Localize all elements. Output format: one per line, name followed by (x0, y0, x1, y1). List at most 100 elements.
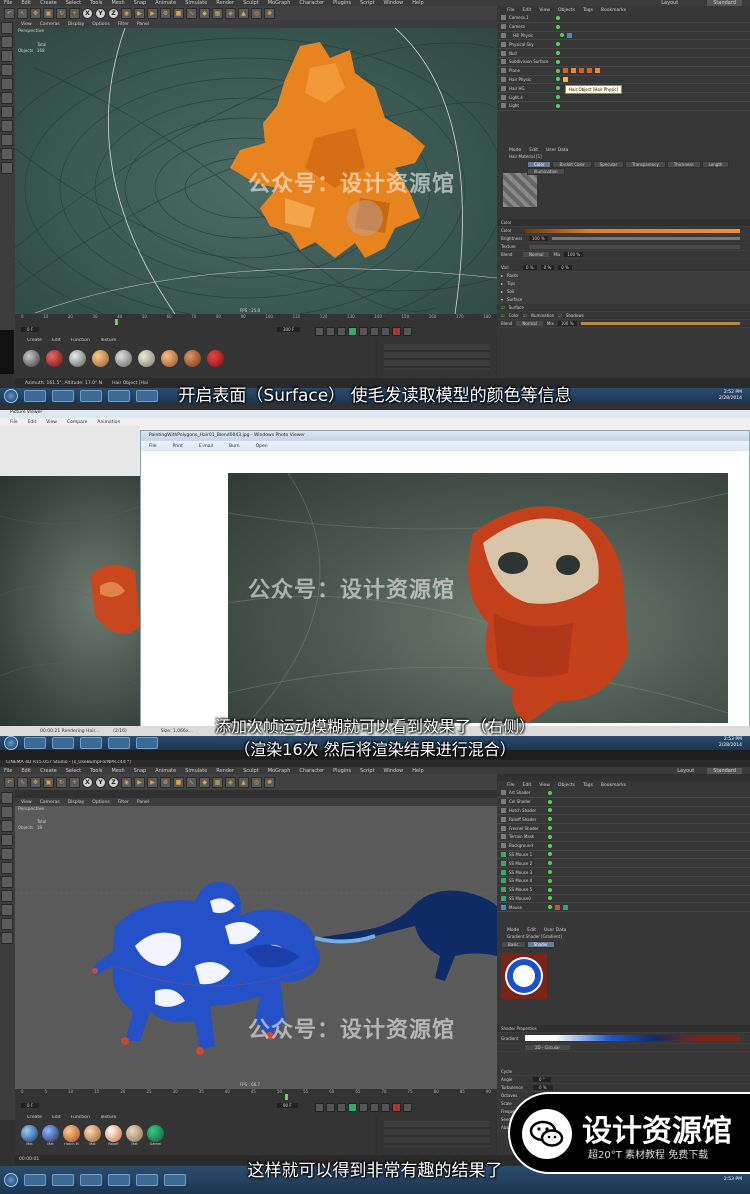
undo-icon[interactable]: ↶ (4, 7, 15, 19)
material-swatch[interactable] (23, 350, 40, 367)
autokey-icon[interactable] (403, 327, 412, 336)
variation-field[interactable]: 0 % (558, 265, 572, 270)
vp-menu-cameras[interactable]: Cameras (40, 800, 60, 805)
brightness-field[interactable]: 100 % (529, 236, 548, 241)
frame-start-field[interactable]: 0 F (21, 327, 40, 332)
deformer-icon[interactable]: ◈ (225, 776, 236, 788)
scale-icon[interactable]: ▣ (43, 7, 54, 19)
lock-icon[interactable] (1, 932, 13, 944)
photo-menu-open[interactable]: Open (256, 444, 268, 449)
tab-basic[interactable]: Basic (501, 941, 526, 948)
attr-menu-mode[interactable]: Mode (507, 928, 519, 933)
menu-mesh[interactable]: Mesh (111, 768, 124, 774)
vp-menu-panel[interactable]: Panel (137, 22, 149, 27)
tab-color[interactable]: Color (527, 161, 552, 168)
vp-menu-filter[interactable]: Filter (118, 800, 129, 805)
render-settings-icon[interactable]: ⚙ (160, 7, 171, 19)
coordinate-fields[interactable] (384, 344, 490, 370)
vp-menu-options[interactable]: Options (92, 800, 109, 805)
section-header[interactable]: Color (497, 219, 750, 227)
vp-menu-display[interactable]: Display (68, 22, 85, 27)
attr-menu-userdata[interactable]: User Data (544, 928, 566, 933)
coordinate-fields[interactable] (384, 1121, 490, 1147)
menu-window[interactable]: Window (384, 768, 404, 774)
vp-menu-display[interactable]: Display (68, 800, 85, 805)
object-row[interactable]: Camera.1 (497, 14, 750, 23)
mat-menu-function[interactable]: Function (71, 338, 90, 345)
spline-icon[interactable]: ∿ (186, 776, 197, 788)
cube-icon[interactable]: ■ (173, 7, 184, 19)
points-mode-icon[interactable] (1, 848, 13, 860)
points-mode-icon[interactable] (1, 78, 13, 90)
polygons-mode-icon[interactable] (1, 106, 13, 118)
prev-key-icon[interactable] (326, 1103, 335, 1112)
vp-menu-filter[interactable]: Filter (118, 22, 129, 27)
blend-mode-select[interactable]: Normal (523, 252, 550, 257)
coord-system-icon[interactable]: ◉ (121, 7, 132, 19)
gradient-editor[interactable] (525, 1035, 740, 1041)
recent-icon[interactable]: + (69, 776, 80, 788)
material-swatch[interactable] (184, 350, 201, 367)
live-select-icon[interactable]: ↖ (17, 7, 28, 19)
tab-backlit[interactable]: Backlit Color (552, 161, 592, 168)
type-select[interactable]: 2D - Circular (525, 1045, 571, 1050)
menu-plugins[interactable]: Plugins (333, 768, 351, 774)
render-pv-icon[interactable]: ▶ (147, 7, 158, 19)
texture-mode-icon[interactable] (1, 50, 13, 62)
workplane-icon[interactable] (1, 64, 13, 76)
om-menu-tags[interactable]: Tags (583, 8, 593, 13)
deformer-icon[interactable]: ◈ (225, 7, 236, 19)
scene-icon[interactable]: ▲ (238, 776, 249, 788)
object-row[interactable]: Light.4 (497, 93, 750, 102)
recent-icon[interactable]: + (69, 7, 80, 19)
material-item[interactable]: Mat (84, 1125, 101, 1146)
render-pv-icon[interactable]: ▶ (147, 776, 158, 788)
array-icon[interactable]: ▦ (212, 7, 223, 19)
param-field[interactable]: 0 % (533, 1085, 553, 1090)
workplane-icon[interactable] (1, 834, 13, 846)
record-icon[interactable] (392, 327, 401, 336)
live-select-icon[interactable]: ↖ (17, 776, 28, 788)
vp-menu-view[interactable]: View (21, 22, 32, 27)
texture-slot[interactable] (529, 244, 740, 249)
material-item[interactable]: Hatch M (63, 1125, 80, 1146)
tweak-icon[interactable] (1, 134, 13, 146)
material-item[interactable]: Gamm (147, 1125, 164, 1146)
edges-mode-icon[interactable] (1, 862, 13, 874)
photo-menu-email[interactable]: E-mail (199, 444, 213, 449)
make-editable-icon[interactable] (1, 22, 13, 34)
om-menu-objects[interactable]: Objects (558, 8, 575, 13)
mat-menu-texture[interactable]: Texture (100, 338, 116, 345)
object-row[interactable]: SS Mouse 5 (497, 886, 750, 895)
object-row[interactable]: Art Shader (497, 789, 750, 798)
om-menu-edit[interactable]: Edit (523, 783, 532, 788)
mat-menu-texture[interactable]: Texture (100, 1115, 116, 1122)
nurbs-icon[interactable]: ◆ (199, 776, 210, 788)
move-icon[interactable]: ✥ (30, 7, 41, 19)
scene-icon[interactable]: ▲ (238, 7, 249, 19)
menu-create[interactable]: Create (40, 768, 57, 774)
menu-help[interactable]: Help (412, 768, 423, 774)
menu-file[interactable]: File (4, 768, 12, 774)
scale-icon[interactable]: ▣ (43, 776, 54, 788)
prev-frame-icon[interactable] (337, 1103, 346, 1112)
mat-menu-edit[interactable]: Edit (52, 1115, 61, 1122)
object-row[interactable]: Light (497, 102, 750, 111)
attr-menu-edit[interactable]: Edit (529, 148, 538, 153)
mat-menu-create[interactable]: Create (27, 1115, 42, 1122)
pv-menu-animation[interactable]: Animation (97, 420, 120, 425)
tab-transparency[interactable]: Transparency (625, 161, 666, 168)
checkbox-icon[interactable]: ☑ (523, 313, 527, 318)
mix2-field[interactable]: 100 % (557, 321, 577, 326)
nurbs-icon[interactable]: ◆ (199, 7, 210, 19)
menu-snap[interactable]: Snap (134, 768, 147, 774)
om-menu-bookmarks[interactable]: Bookmarks (601, 783, 626, 788)
viewport[interactable]: Perspective Total Objects 19 FPS : 66.7 (15, 806, 497, 1089)
object-row[interactable]: Fresnel Shader (497, 824, 750, 833)
photo-menu-file[interactable]: File (149, 444, 157, 449)
om-menu-tags[interactable]: Tags (583, 783, 593, 788)
variation-field[interactable]: 0 % (540, 265, 555, 270)
menu-animate[interactable]: Animate (155, 768, 176, 774)
section-surface[interactable]: ▾ Surface (497, 296, 750, 304)
axis-mode-icon[interactable] (1, 890, 13, 902)
